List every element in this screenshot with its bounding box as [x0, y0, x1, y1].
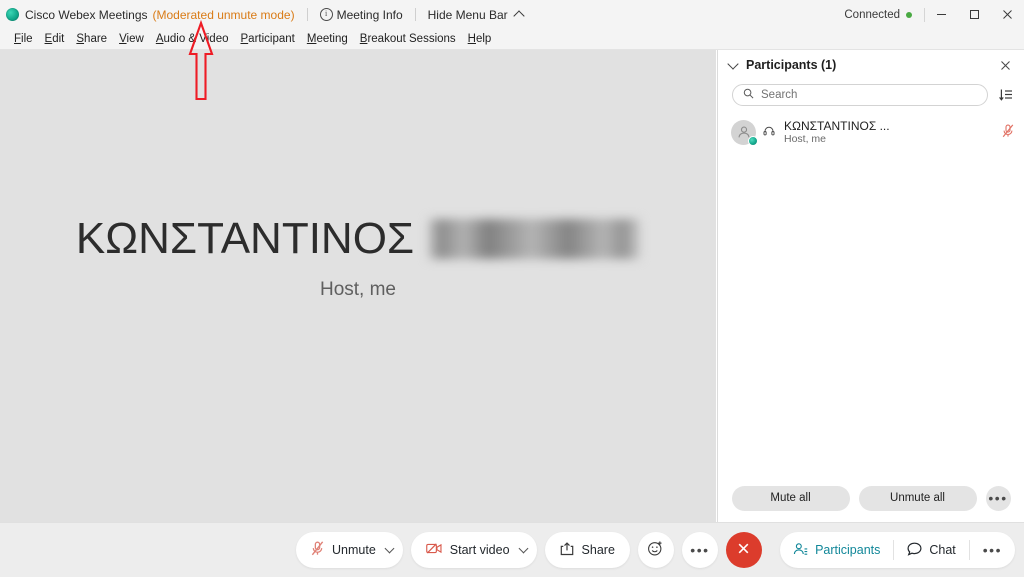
headset-icon: [763, 125, 775, 140]
stage-participant-surname-redacted: [428, 219, 640, 259]
meeting-controls-bar: Unmute Start video: [0, 522, 1024, 577]
stage-content: ΚΩΝΣΤΑΝΤΙΝΟΣ Host, me: [0, 50, 716, 522]
participants-panel: Participants (1): [717, 50, 1024, 522]
menu-item-meeting[interactable]: Meeting: [301, 33, 354, 45]
chevron-down-icon[interactable]: [384, 544, 394, 554]
participants-more-options-icon[interactable]: •••: [986, 486, 1011, 511]
right-more-options-button[interactable]: •••: [970, 532, 1015, 568]
info-circle-icon: [320, 8, 333, 21]
hide-menu-bar-label: Hide Menu Bar: [428, 8, 508, 22]
unmute-button[interactable]: Unmute: [296, 532, 403, 568]
minimize-button[interactable]: [925, 0, 958, 29]
stage-participant-name: ΚΩΝΣΤΑΝΤΙΝΟΣ: [76, 217, 414, 261]
participant-name: ΚΩΝΣΤΑΝΤΙΝΟΣ ...: [784, 119, 890, 133]
chat-toggle[interactable]: Chat: [894, 532, 968, 568]
webex-meeting-window: Cisco Webex Meetings (Moderated unmute m…: [0, 0, 1024, 576]
meeting-info-button[interactable]: Meeting Info: [320, 8, 403, 22]
more-options-button[interactable]: •••: [682, 532, 718, 568]
webex-status-badge-icon: [748, 136, 758, 146]
chevron-down-icon[interactable]: [518, 544, 528, 554]
search-icon: [743, 88, 754, 102]
menu-item-breakout-sessions[interactable]: Breakout Sessions: [354, 33, 462, 45]
unmute-all-button[interactable]: Unmute all: [859, 486, 977, 511]
participants-panel-header: Participants (1): [718, 50, 1024, 80]
unmute-button-label: Unmute: [332, 543, 376, 557]
titlebar-divider-1: [307, 8, 308, 21]
chat-bubble-icon: [907, 542, 922, 559]
participants-panel-close-button[interactable]: [996, 56, 1014, 74]
connection-status-dot-icon: [906, 12, 912, 18]
close-icon: [736, 541, 751, 559]
participant-row[interactable]: ΚΩΝΣΤΑΝΤΙΝΟΣ ... Host, me: [718, 114, 1024, 150]
connection-status-label: Connected: [844, 9, 900, 21]
moderated-unmute-mode-label: (Moderated unmute mode): [153, 8, 295, 22]
share-button[interactable]: Share: [545, 532, 630, 568]
share-button-label: Share: [582, 543, 615, 557]
titlebar-divider-2: [415, 8, 416, 21]
chevron-up-icon: [513, 10, 524, 21]
menu-item-share[interactable]: Share: [70, 33, 113, 45]
titlebar-right-group: Connected: [844, 0, 1024, 29]
stage-name-row: ΚΩΝΣΤΑΝΤΙΝΟΣ: [76, 217, 640, 261]
start-video-button[interactable]: Start video: [411, 532, 537, 568]
participants-toggle-label: Participants: [815, 543, 880, 557]
panel-toggle-group: Participants Chat •••: [780, 532, 1015, 568]
participants-toggle[interactable]: Participants: [780, 532, 893, 568]
microphone-muted-icon[interactable]: [1002, 124, 1014, 141]
meeting-info-label: Meeting Info: [337, 8, 403, 22]
connection-status: Connected: [844, 9, 924, 21]
reactions-button[interactable]: [638, 532, 674, 568]
participants-search-row: [718, 80, 1024, 106]
more-options-icon: •••: [983, 546, 1002, 554]
title-bar: Cisco Webex Meetings (Moderated unmute m…: [0, 0, 1024, 29]
chat-toggle-label: Chat: [929, 543, 955, 557]
mute-all-button[interactable]: Mute all: [732, 486, 850, 511]
participants-panel-title: Participants (1): [746, 58, 836, 72]
share-up-icon: [560, 542, 574, 559]
menu-item-audio-video[interactable]: Audio & Video: [150, 33, 235, 45]
participant-role: Host, me: [784, 133, 890, 146]
participants-list: ΚΩΝΣΤΑΝΤΙΝΟΣ ... Host, me: [718, 106, 1024, 150]
menu-item-edit[interactable]: Edit: [39, 33, 71, 45]
center-controls: Unmute Start video: [296, 532, 762, 568]
search-input[interactable]: [761, 89, 977, 101]
camera-off-icon: [426, 542, 442, 558]
start-video-button-label: Start video: [450, 543, 510, 557]
stage-participant-role: Host, me: [320, 279, 396, 301]
participants-panel-footer: Mute all Unmute all •••: [718, 474, 1024, 522]
microphone-muted-icon: [311, 541, 324, 559]
menu-item-file[interactable]: FFileile: [8, 33, 39, 45]
hide-menu-bar-button[interactable]: Hide Menu Bar: [428, 8, 523, 22]
app-title: Cisco Webex Meetings: [25, 8, 148, 22]
smiley-plus-icon: [647, 540, 664, 560]
more-options-dots: •••: [988, 494, 1007, 502]
more-options-icon: •••: [690, 546, 709, 554]
end-meeting-button[interactable]: [726, 532, 762, 568]
search-box[interactable]: [732, 84, 988, 106]
sort-list-icon[interactable]: [996, 85, 1016, 105]
participant-meta: ΚΩΝΣΤΑΝΤΙΝΟΣ ... Host, me: [784, 119, 890, 146]
person-avatar-icon: [731, 120, 756, 145]
menu-item-view[interactable]: View: [113, 33, 150, 45]
menu-bar: FFileile Edit Share View Audio & Video P…: [0, 29, 1024, 50]
right-controls: Participants Chat •••: [780, 532, 1015, 568]
video-stage: ΚΩΝΣΤΑΝΤΙΝΟΣ Host, me: [0, 50, 716, 522]
close-button[interactable]: [991, 0, 1024, 29]
maximize-button[interactable]: [958, 0, 991, 29]
menu-item-participant[interactable]: Participant: [235, 33, 301, 45]
chevron-down-icon[interactable]: [727, 58, 738, 69]
webex-logo-icon: [6, 8, 19, 21]
menu-item-help[interactable]: Help: [462, 33, 498, 45]
people-icon: [793, 542, 808, 559]
